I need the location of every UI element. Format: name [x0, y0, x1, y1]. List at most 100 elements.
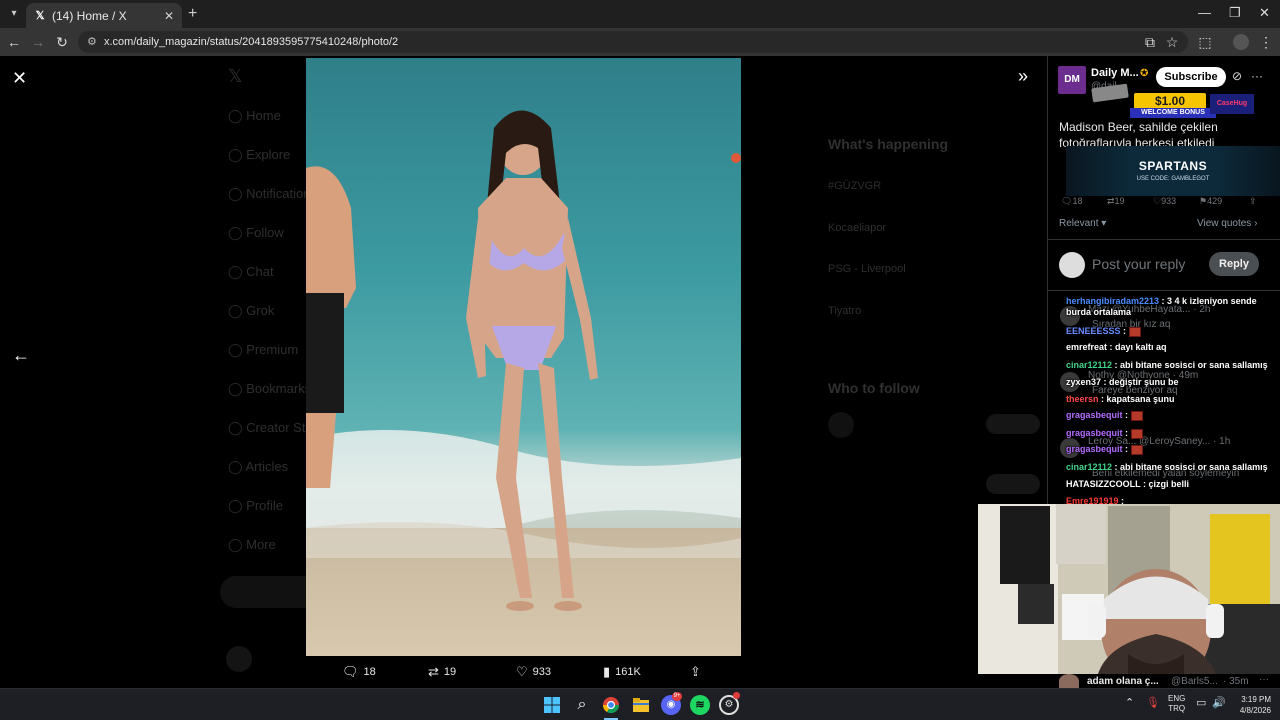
account-avatar-dimmed	[226, 646, 252, 672]
tab-close-icon[interactable]: ✕	[164, 9, 174, 23]
reply-count: 18	[363, 666, 376, 678]
chat-emote-icon	[1130, 410, 1143, 421]
system-clock[interactable]: 3:19 PM 4/8/2026	[1229, 694, 1271, 716]
collapse-panel-icon[interactable]: »	[1018, 66, 1028, 87]
photo-action-bar: 🗨 18 ⇄ 19 ♡ 933 ▮ 161K ⇪	[306, 662, 741, 682]
file-explorer-icon[interactable]	[631, 695, 651, 715]
display-icon[interactable]: ▭	[1196, 698, 1206, 709]
url-text: x.com/daily_magazin/status/2041893595775…	[104, 36, 399, 48]
spotify-icon[interactable]: ≋	[690, 695, 710, 715]
windows-start-icon[interactable]	[542, 695, 562, 715]
like-stat-count: 933	[1161, 196, 1177, 206]
bg-nav-item: ◯ Follow	[228, 225, 284, 241]
author-avatar[interactable]: DM	[1058, 66, 1086, 94]
author-name[interactable]: Daily M...	[1091, 67, 1139, 79]
post-photo[interactable]	[306, 58, 741, 656]
chat-message: cinar12112 : abi bitane sosisci or sana …	[1066, 360, 1280, 371]
previous-photo-icon[interactable]: ←	[12, 345, 30, 366]
x-logo-icon: 𝕏	[35, 9, 45, 22]
extensions-icon[interactable]: ⬚	[1197, 34, 1213, 50]
restore-icon[interactable]: ❐	[1229, 5, 1241, 21]
bg-nav-label: Articles	[245, 459, 289, 474]
chat-text: : kapatsana şunu	[1098, 394, 1175, 404]
microphone-icon[interactable]: 🎙	[1146, 698, 1160, 709]
close-viewer-icon[interactable]: ✕	[12, 68, 27, 89]
follow-avatar-dimmed	[828, 412, 854, 438]
window-close-icon[interactable]: ✕	[1259, 5, 1270, 21]
reply-author: adam olana ç...	[1087, 676, 1159, 687]
tray-overflow-icon[interactable]: ⌃	[1125, 698, 1134, 709]
like-action[interactable]: ♡ 933	[516, 664, 551, 680]
chat-username: gragasbequit	[1066, 410, 1123, 420]
language-code: ENG	[1168, 694, 1186, 703]
bg-nav-icon: ◯	[228, 186, 247, 201]
chat-message: gragasbequit :	[1066, 410, 1280, 421]
reply-composer: Post your reply Reply	[1048, 239, 1280, 291]
views-count: 161K	[615, 666, 641, 678]
view-quotes-link[interactable]: View quotes ›	[1197, 218, 1257, 229]
bg-nav-icon: ◯	[228, 498, 247, 513]
install-app-icon[interactable]: ⧉	[1142, 34, 1158, 50]
bg-nav-label: Premium	[246, 342, 299, 357]
bg-nav-label: Explore	[246, 147, 291, 162]
chat-username: emrefreat	[1066, 342, 1108, 352]
bg-nav-label: Home	[246, 108, 281, 123]
site-info-icon[interactable]: ⚙	[87, 31, 97, 53]
chat-message: cinar12112 : abi bitane sosisci or sana …	[1066, 462, 1280, 473]
chat-username: gragasbequit	[1066, 444, 1123, 454]
casino-ad-banner: $1.00 WELCOME BONUS CaseHug	[1091, 80, 1254, 120]
bg-nav-item: ◯ Explore	[228, 147, 290, 163]
chat-username: EENEEESSS	[1066, 326, 1121, 336]
browser-tab[interactable]: 𝕏 (14) Home / X ✕	[26, 3, 182, 28]
bg-nav-icon: ◯	[228, 420, 247, 435]
spartans-ad-banner: SPARTANS USE CODE: GAMBLEGOT	[1066, 146, 1280, 196]
reply-stat[interactable]: 🗨 18	[1061, 196, 1082, 207]
webcam-image	[978, 504, 1280, 674]
x-bg-logo-icon: 𝕏	[228, 66, 243, 86]
search-icon[interactable]: ⌕	[572, 695, 592, 715]
back-icon[interactable]: ←	[6, 34, 22, 50]
profile-avatar-icon[interactable]	[1233, 34, 1249, 50]
minimize-icon[interactable]: —	[1198, 5, 1211, 20]
ad-gun-graphic	[1091, 83, 1129, 103]
reply-avatar[interactable]	[1059, 674, 1079, 688]
chat-message: herhangibiradam2213 : 3 4 k izleniyon se…	[1066, 296, 1280, 318]
reply-more-icon[interactable]: ···	[1259, 674, 1269, 685]
bookmark-stat-count: 429	[1207, 196, 1223, 206]
tab-title: (14) Home / X	[52, 8, 127, 23]
share-icon: ⇪	[690, 664, 701, 679]
share-stat-icon[interactable]: ⇪	[1249, 196, 1257, 207]
like-stat[interactable]: ♡ 933	[1153, 196, 1176, 207]
follow-button-dimmed	[986, 474, 1040, 494]
tab-search-icon[interactable]: ▾	[6, 6, 22, 22]
repost-icon: ⇄	[428, 664, 439, 679]
chat-text: : abi bitane sosisci or sana sallamış	[1112, 360, 1268, 370]
reply-action[interactable]: 🗨 18	[342, 664, 376, 680]
reload-icon[interactable]: ↻	[54, 34, 70, 50]
reply-button[interactable]: Reply	[1209, 252, 1259, 276]
reply-input[interactable]: Post your reply	[1092, 256, 1185, 272]
language-indicator[interactable]: ENG TRQ	[1168, 694, 1185, 714]
new-tab-icon[interactable]: +	[188, 5, 197, 23]
windows-taskbar: ⌕ ◉ 9+ ≋ ⚙ ⌃ 🎙 ENG TRQ ▭ 🔊 3:19 PM 4/8/2…	[0, 688, 1280, 720]
repost-action[interactable]: ⇄ 19	[428, 664, 456, 680]
views-action[interactable]: ▮ 161K	[603, 664, 641, 680]
forward-icon[interactable]: →	[30, 34, 46, 50]
browser-nav-bar: ← → ↻ ⚙ x.com/daily_magazin/status/20418…	[0, 28, 1280, 56]
bookmark-stat[interactable]: ⚑ 429	[1199, 196, 1222, 207]
chat-text: : dayı kaltı aq	[1107, 342, 1167, 352]
sort-dropdown[interactable]: Relevant ▾	[1059, 218, 1106, 229]
address-bar[interactable]: ⚙ x.com/daily_magazin/status/20418935957…	[78, 31, 1188, 53]
reply-time-value: 35m	[1229, 676, 1249, 687]
volume-icon[interactable]: 🔊	[1212, 698, 1226, 709]
bg-nav-icon: ◯	[228, 225, 247, 240]
bg-nav-item: ◯ Chat	[228, 264, 274, 280]
repost-stat[interactable]: ⇄ 19	[1107, 196, 1125, 207]
bookmark-star-icon[interactable]: ☆	[1164, 34, 1180, 50]
bg-nav-label: Follow	[246, 225, 284, 240]
browser-menu-icon[interactable]: ⋮	[1258, 34, 1274, 50]
chrome-icon[interactable]	[601, 695, 621, 715]
bg-nav-icon: ◯	[228, 264, 247, 279]
browser-tab-bar: ▾ 𝕏 (14) Home / X ✕ + — ❐ ✕	[0, 0, 1280, 28]
share-action[interactable]: ⇪	[690, 664, 701, 680]
